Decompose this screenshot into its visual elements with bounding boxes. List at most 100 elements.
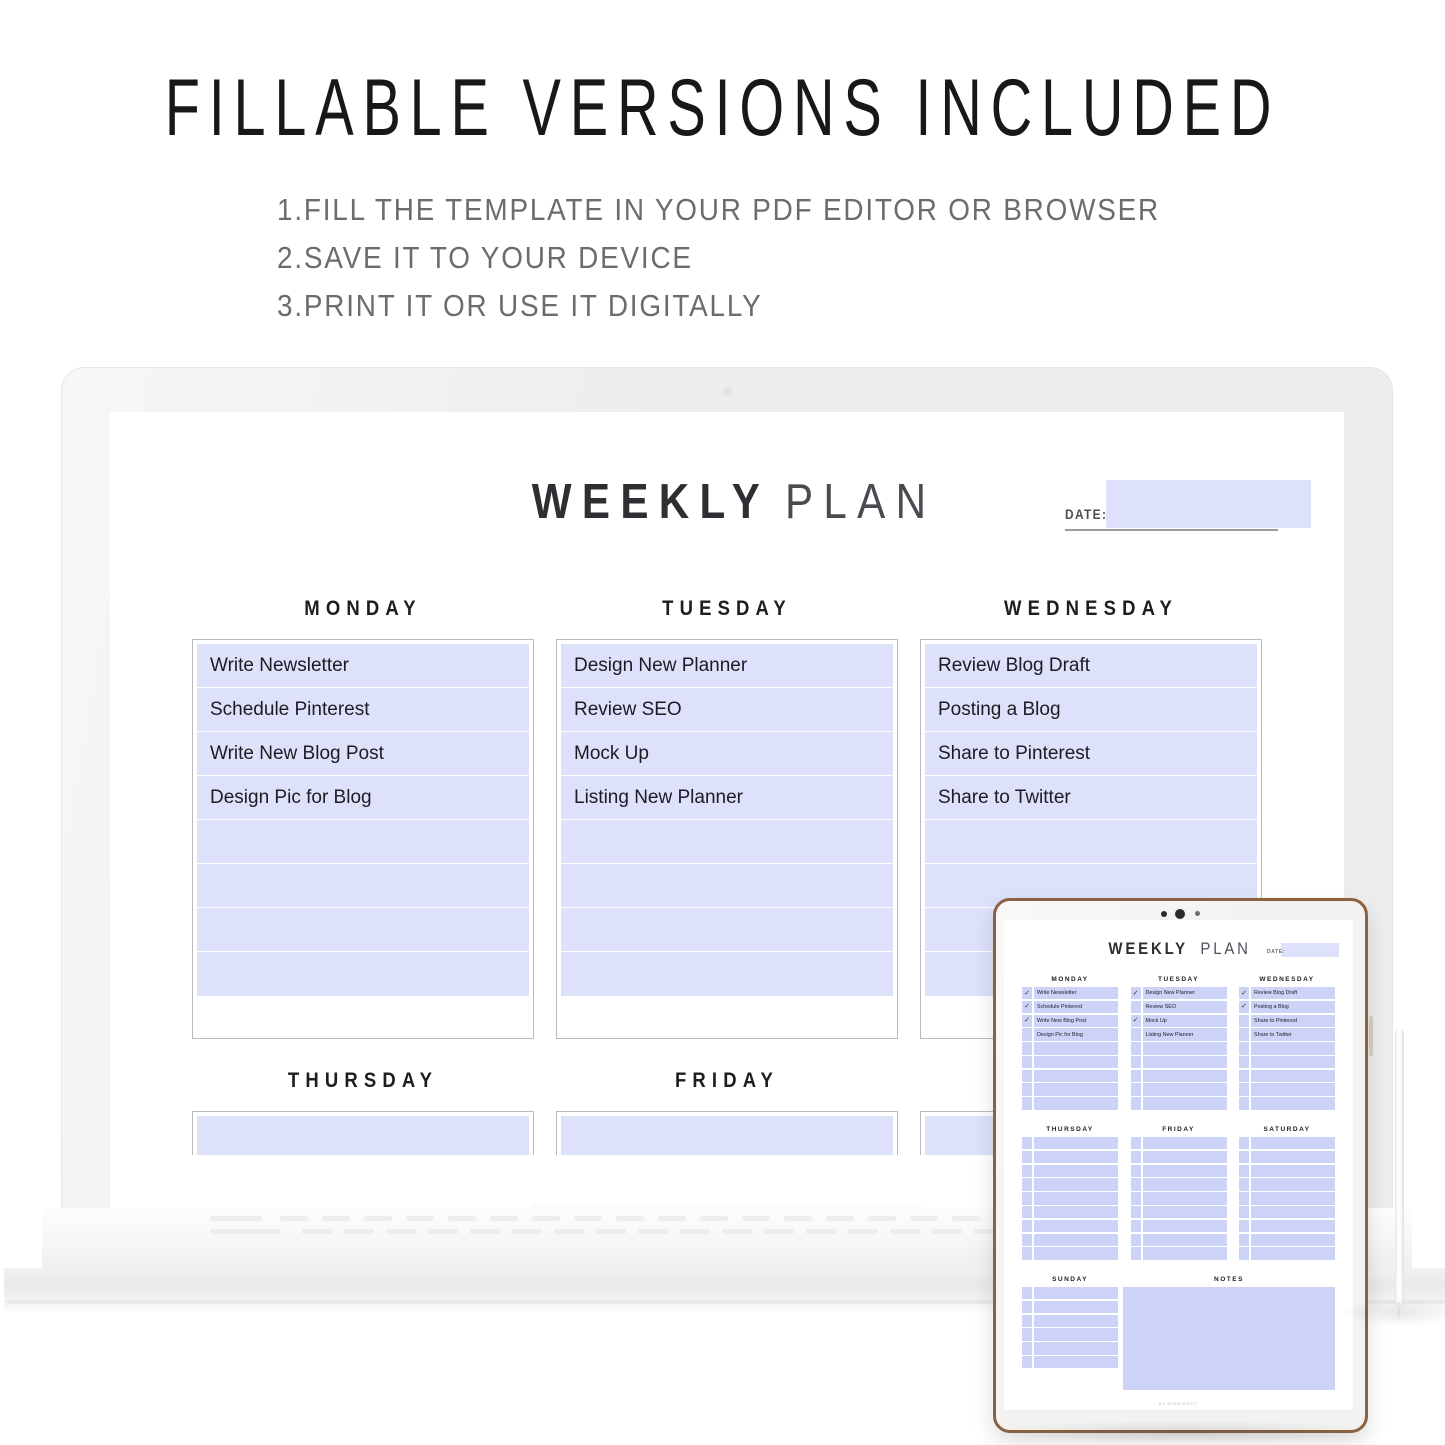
tablet-task-text[interactable]: Review Blog Draft bbox=[1251, 987, 1335, 1000]
tablet-task-row-empty[interactable] bbox=[1022, 1083, 1118, 1096]
tablet-task-box-sunday[interactable] bbox=[1022, 1287, 1118, 1369]
tablet-task-text[interactable] bbox=[1142, 1205, 1227, 1219]
checkbox-icon[interactable] bbox=[1022, 1233, 1032, 1246]
tablet-task-text[interactable] bbox=[1034, 1097, 1118, 1110]
checkbox-icon[interactable] bbox=[1239, 1042, 1249, 1055]
tablet-task-text[interactable] bbox=[1034, 1205, 1118, 1219]
tablet-task-row-empty[interactable] bbox=[1022, 1192, 1118, 1205]
tablet-task-text[interactable] bbox=[1034, 1192, 1118, 1205]
task-box-thursday[interactable] bbox=[192, 1111, 534, 1155]
checkbox-icon[interactable] bbox=[1130, 1055, 1141, 1069]
checkbox-icon[interactable] bbox=[1130, 1097, 1141, 1110]
task-box-tuesday[interactable]: Design New Planner Review SEO Mock Up Li… bbox=[556, 639, 898, 1039]
checkbox-checked-icon[interactable]: ✓ bbox=[1022, 1000, 1032, 1014]
tablet-task-row[interactable]: ✓ Review Blog Draft bbox=[1239, 987, 1335, 1000]
task-row[interactable]: Posting a Blog bbox=[925, 688, 1257, 732]
checkbox-icon[interactable] bbox=[1022, 1342, 1032, 1355]
checkbox-icon[interactable] bbox=[1130, 1205, 1141, 1219]
checkbox-icon[interactable] bbox=[1239, 1069, 1249, 1083]
tablet-task-text[interactable] bbox=[1142, 1083, 1227, 1096]
checkbox-icon[interactable] bbox=[1022, 1069, 1032, 1083]
tablet-task-row-empty[interactable] bbox=[1022, 1355, 1118, 1369]
tablet-task-text[interactable] bbox=[1251, 1137, 1335, 1150]
tablet-task-text[interactable] bbox=[1251, 1150, 1335, 1164]
tablet-task-row-empty[interactable] bbox=[1130, 1178, 1227, 1191]
task-row[interactable]: Write New Blog Post bbox=[197, 732, 529, 776]
tablet-task-box-wednesday[interactable]: ✓ Review Blog Draft ✓ Posting a Blog Share… bbox=[1239, 987, 1335, 1110]
task-row-empty[interactable] bbox=[561, 952, 893, 996]
checkbox-icon[interactable] bbox=[1022, 1137, 1032, 1150]
checkbox-checked-icon[interactable]: ✓ bbox=[1130, 987, 1141, 1000]
tablet-date-field[interactable]: DATE: bbox=[1267, 943, 1339, 957]
checkbox-icon[interactable] bbox=[1130, 1164, 1141, 1177]
checkbox-icon[interactable] bbox=[1022, 1192, 1032, 1205]
tablet-task-text[interactable] bbox=[1142, 1178, 1227, 1191]
tablet-task-text[interactable]: Listing New Planner bbox=[1142, 1028, 1227, 1041]
tablet-notes-area[interactable] bbox=[1123, 1287, 1335, 1391]
tablet-task-text[interactable] bbox=[1034, 1178, 1118, 1191]
tablet-task-row-empty[interactable] bbox=[1239, 1192, 1335, 1205]
tablet-task-text[interactable] bbox=[1034, 1137, 1118, 1150]
tablet-task-row-empty[interactable] bbox=[1130, 1164, 1227, 1177]
task-row[interactable]: Schedule Pinterest bbox=[197, 688, 529, 732]
task-row[interactable]: Mock Up bbox=[561, 732, 893, 776]
checkbox-icon[interactable] bbox=[1022, 1097, 1032, 1110]
tablet-task-text[interactable] bbox=[1034, 1150, 1118, 1164]
task-row-empty[interactable] bbox=[197, 908, 529, 952]
checkbox-icon[interactable] bbox=[1022, 1300, 1032, 1314]
task-row[interactable]: Review SEO bbox=[561, 688, 893, 732]
tablet-task-row[interactable]: ✓ Posting a Blog bbox=[1239, 1000, 1335, 1014]
tablet-task-text[interactable]: Design New Planner bbox=[1142, 987, 1227, 1000]
checkbox-icon[interactable] bbox=[1022, 1083, 1032, 1096]
task-row-empty[interactable] bbox=[197, 1116, 529, 1155]
tablet-task-text[interactable] bbox=[1034, 1055, 1118, 1069]
tablet-task-row-empty[interactable] bbox=[1022, 1137, 1118, 1150]
tablet-task-row-empty[interactable] bbox=[1130, 1205, 1227, 1219]
tablet-task-text[interactable] bbox=[1034, 1083, 1118, 1096]
tablet-task-row-empty[interactable] bbox=[1239, 1097, 1335, 1110]
tablet-task-text[interactable] bbox=[1034, 1042, 1118, 1055]
tablet-task-row[interactable]: ✓ Mock Up bbox=[1130, 1014, 1227, 1027]
tablet-task-row-empty[interactable] bbox=[1130, 1137, 1227, 1150]
checkbox-icon[interactable] bbox=[1022, 1328, 1032, 1341]
checkbox-icon[interactable] bbox=[1130, 1069, 1141, 1083]
checkbox-icon[interactable] bbox=[1130, 1233, 1141, 1246]
checkbox-checked-icon[interactable]: ✓ bbox=[1239, 1000, 1249, 1014]
task-row-empty[interactable] bbox=[561, 820, 893, 864]
tablet-task-text[interactable]: Share to Pinterest bbox=[1251, 1014, 1335, 1027]
tablet-task-text[interactable] bbox=[1034, 1219, 1118, 1233]
checkbox-icon[interactable] bbox=[1239, 1205, 1249, 1219]
tablet-task-text[interactable] bbox=[1034, 1355, 1118, 1369]
task-row-empty[interactable] bbox=[925, 820, 1257, 864]
checkbox-icon[interactable] bbox=[1239, 1028, 1249, 1041]
tablet-task-text[interactable] bbox=[1142, 1055, 1227, 1069]
tablet-task-row-empty[interactable] bbox=[1130, 1097, 1227, 1110]
checkbox-icon[interactable] bbox=[1022, 1247, 1032, 1260]
tablet-task-row-empty[interactable] bbox=[1239, 1205, 1335, 1219]
tablet-task-row-empty[interactable] bbox=[1130, 1055, 1227, 1069]
checkbox-icon[interactable] bbox=[1239, 1083, 1249, 1096]
checkbox-icon[interactable] bbox=[1239, 1164, 1249, 1177]
tablet-task-text[interactable] bbox=[1251, 1205, 1335, 1219]
task-row-empty[interactable] bbox=[561, 1116, 893, 1155]
tablet-task-row-empty[interactable] bbox=[1022, 1097, 1118, 1110]
tablet-task-row-empty[interactable] bbox=[1022, 1205, 1118, 1219]
checkbox-icon[interactable] bbox=[1130, 1247, 1141, 1260]
tablet-task-text[interactable] bbox=[1251, 1069, 1335, 1083]
checkbox-icon[interactable] bbox=[1130, 1137, 1141, 1150]
tablet-task-row-empty[interactable] bbox=[1022, 1055, 1118, 1069]
tablet-task-row-empty[interactable] bbox=[1239, 1069, 1335, 1083]
task-row[interactable]: Design New Planner bbox=[561, 644, 893, 688]
tablet-task-row[interactable]: ✓ Schedule Pinterest bbox=[1022, 1000, 1118, 1014]
checkbox-icon[interactable] bbox=[1022, 1055, 1032, 1069]
tablet-task-box-saturday[interactable] bbox=[1239, 1137, 1335, 1260]
tablet-task-row-empty[interactable] bbox=[1022, 1042, 1118, 1055]
tablet-side-button[interactable] bbox=[1369, 1016, 1373, 1056]
checkbox-icon[interactable] bbox=[1239, 1014, 1249, 1027]
tablet-task-row-empty[interactable] bbox=[1022, 1219, 1118, 1233]
tablet-task-row[interactable]: Design Pic for Blog bbox=[1022, 1028, 1118, 1041]
tablet-task-text[interactable]: Write New Blog Post bbox=[1034, 1014, 1118, 1027]
task-row-empty[interactable] bbox=[561, 864, 893, 908]
checkbox-icon[interactable] bbox=[1130, 1083, 1141, 1096]
tablet-task-row-empty[interactable] bbox=[1022, 1300, 1118, 1314]
